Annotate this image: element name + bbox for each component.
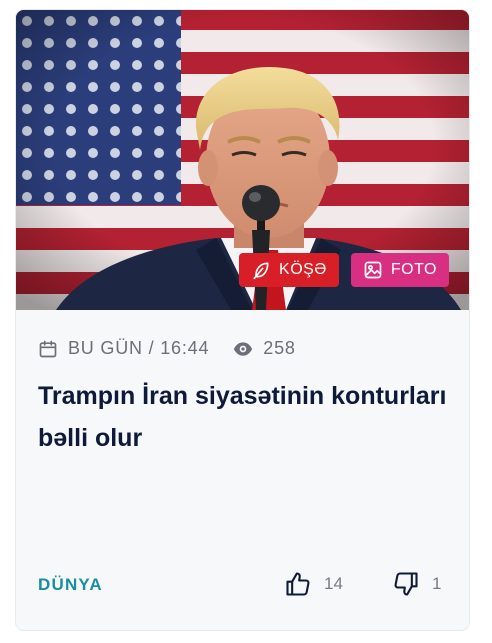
like-button[interactable]: 14 bbox=[284, 570, 343, 598]
dislike-count: 1 bbox=[432, 574, 442, 593]
foto-badge-label: FOTO bbox=[390, 261, 437, 278]
article-date: BU GÜN / 16:44 bbox=[68, 338, 210, 358]
badge-group: KÖŞƏ FOTO bbox=[239, 253, 449, 287]
like-count: 14 bbox=[324, 574, 343, 593]
dislike-button[interactable]: 1 bbox=[392, 570, 441, 598]
view-count: 258 bbox=[263, 338, 296, 358]
news-card[interactable]: KÖŞƏ FOTO BU GÜN / 16:44 258 Trampın İra… bbox=[16, 10, 469, 630]
kose-badge-label: KÖŞƏ bbox=[279, 261, 327, 278]
kose-badge[interactable]: KÖŞƏ bbox=[239, 253, 339, 287]
thumbs-down-icon bbox=[394, 572, 418, 596]
thumbs-up-icon bbox=[286, 572, 310, 596]
category-link[interactable]: DÜNYA bbox=[38, 575, 103, 595]
article-meta: BU GÜN / 16:44 258 bbox=[38, 338, 296, 359]
article-photo[interactable]: KÖŞƏ FOTO bbox=[16, 10, 469, 310]
calendar-icon bbox=[39, 340, 57, 357]
image-icon bbox=[364, 261, 382, 279]
foto-badge[interactable]: FOTO bbox=[350, 253, 449, 287]
eye-icon bbox=[234, 341, 253, 356]
article-title[interactable]: Trampın İran siyasətinin konturları bəll… bbox=[38, 375, 453, 459]
feather-icon bbox=[253, 262, 269, 280]
